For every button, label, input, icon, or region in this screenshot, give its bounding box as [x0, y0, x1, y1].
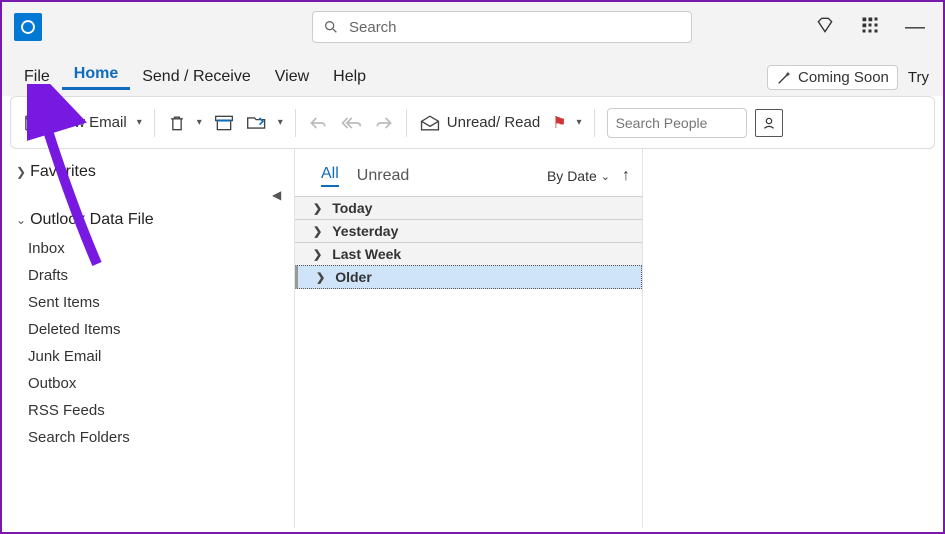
- qr-grid-icon[interactable]: [861, 16, 879, 39]
- group-today[interactable]: ❯Today: [295, 196, 642, 220]
- outlook-logo-icon: [14, 13, 42, 41]
- group-yesterday[interactable]: ❯Yesterday: [295, 219, 642, 243]
- chevron-down-icon: ⌄: [16, 213, 26, 227]
- forward-button[interactable]: [368, 110, 400, 136]
- tab-help[interactable]: Help: [321, 62, 378, 90]
- premium-diamond-icon[interactable]: [815, 15, 835, 40]
- flag-dropdown[interactable]: ▾: [577, 117, 582, 128]
- group-older[interactable]: ❯Older: [295, 265, 642, 289]
- reply-button[interactable]: [302, 110, 334, 136]
- envelope-open-icon: [419, 114, 441, 132]
- data-file-section[interactable]: ⌄ Outlook Data File: [14, 205, 290, 235]
- minimize-button[interactable]: —: [905, 16, 925, 39]
- folder-rss-feeds[interactable]: RSS Feeds: [14, 397, 290, 424]
- sort-direction-button[interactable]: ↑: [622, 167, 630, 185]
- chevron-right-icon: ❯: [313, 225, 322, 238]
- folder-sidebar: ◀ ❯ Favorites ⌄ Outlook Data File Inbox …: [2, 149, 290, 528]
- reading-pane: [642, 149, 943, 528]
- search-people-input[interactable]: [607, 108, 747, 138]
- search-placeholder: Search: [349, 19, 397, 36]
- filter-bar: All Unread By Date ⌄ ↑: [295, 149, 642, 197]
- move-icon: [246, 114, 268, 132]
- filter-unread[interactable]: Unread: [357, 167, 409, 185]
- reply-all-icon: [340, 114, 362, 132]
- delete-dropdown[interactable]: ▾: [197, 117, 202, 128]
- folder-outbox[interactable]: Outbox: [14, 370, 290, 397]
- archive-button[interactable]: [208, 110, 240, 136]
- reply-all-button[interactable]: [334, 110, 368, 136]
- try-label[interactable]: Try: [904, 69, 933, 86]
- folder-junk-email[interactable]: Junk Email: [14, 343, 290, 370]
- chevron-down-icon: ⌄: [601, 170, 610, 183]
- menu-bar: File Home Send / Receive View Help Comin…: [2, 52, 943, 96]
- move-button[interactable]: ▾: [240, 110, 289, 136]
- unread-read-button[interactable]: Unread/ Read: [413, 110, 546, 136]
- ribbon-toolbar: New Email ▾ ▾ ▾ Unread/ Read ⚑ ▾: [10, 96, 935, 149]
- filter-all[interactable]: All: [321, 165, 339, 187]
- tab-view[interactable]: View: [263, 62, 321, 90]
- address-book-button[interactable]: [755, 109, 783, 137]
- wand-icon: [776, 70, 792, 86]
- folder-deleted-items[interactable]: Deleted Items: [14, 316, 290, 343]
- tab-send-receive[interactable]: Send / Receive: [130, 62, 263, 90]
- flag-icon: ⚑: [552, 113, 566, 133]
- title-bar: Search —: [2, 2, 943, 52]
- flag-button[interactable]: ⚑ ▾: [546, 109, 587, 137]
- reply-icon: [308, 114, 328, 132]
- chevron-right-icon: ❯: [16, 165, 26, 179]
- tab-file[interactable]: File: [12, 62, 62, 90]
- workspace: ◀ ❯ Favorites ⌄ Outlook Data File Inbox …: [2, 149, 943, 528]
- folder-drafts[interactable]: Drafts: [14, 262, 290, 289]
- forward-icon: [374, 114, 394, 132]
- sort-by-button[interactable]: By Date ⌄: [547, 168, 610, 184]
- archive-icon: [214, 114, 234, 132]
- favorites-section[interactable]: ❯ Favorites: [14, 157, 290, 187]
- person-card-icon: [761, 115, 777, 131]
- folder-search-folders[interactable]: Search Folders: [14, 424, 290, 451]
- chevron-right-icon: ❯: [316, 271, 325, 284]
- tab-home[interactable]: Home: [62, 59, 130, 90]
- message-list-pane: All Unread By Date ⌄ ↑ ❯Today ❯Yesterday…: [294, 149, 642, 528]
- move-dropdown[interactable]: ▾: [278, 117, 283, 128]
- group-last-week[interactable]: ❯Last Week: [295, 242, 642, 266]
- chevron-right-icon: ❯: [313, 202, 322, 215]
- titlebar-right: —: [815, 15, 935, 40]
- collapse-sidebar-button[interactable]: ◀: [272, 188, 281, 202]
- chevron-right-icon: ❯: [313, 248, 322, 261]
- global-search-input[interactable]: Search: [312, 11, 692, 43]
- new-email-button[interactable]: New Email ▾: [19, 109, 148, 137]
- folder-inbox[interactable]: Inbox: [14, 235, 290, 262]
- new-email-dropdown[interactable]: ▾: [137, 117, 142, 128]
- folder-sent-items[interactable]: Sent Items: [14, 289, 290, 316]
- trash-icon: [167, 113, 187, 133]
- coming-soon-button[interactable]: Coming Soon: [767, 65, 898, 90]
- search-icon: [323, 19, 339, 35]
- delete-button[interactable]: ▾: [161, 109, 208, 137]
- new-email-icon: [25, 113, 49, 133]
